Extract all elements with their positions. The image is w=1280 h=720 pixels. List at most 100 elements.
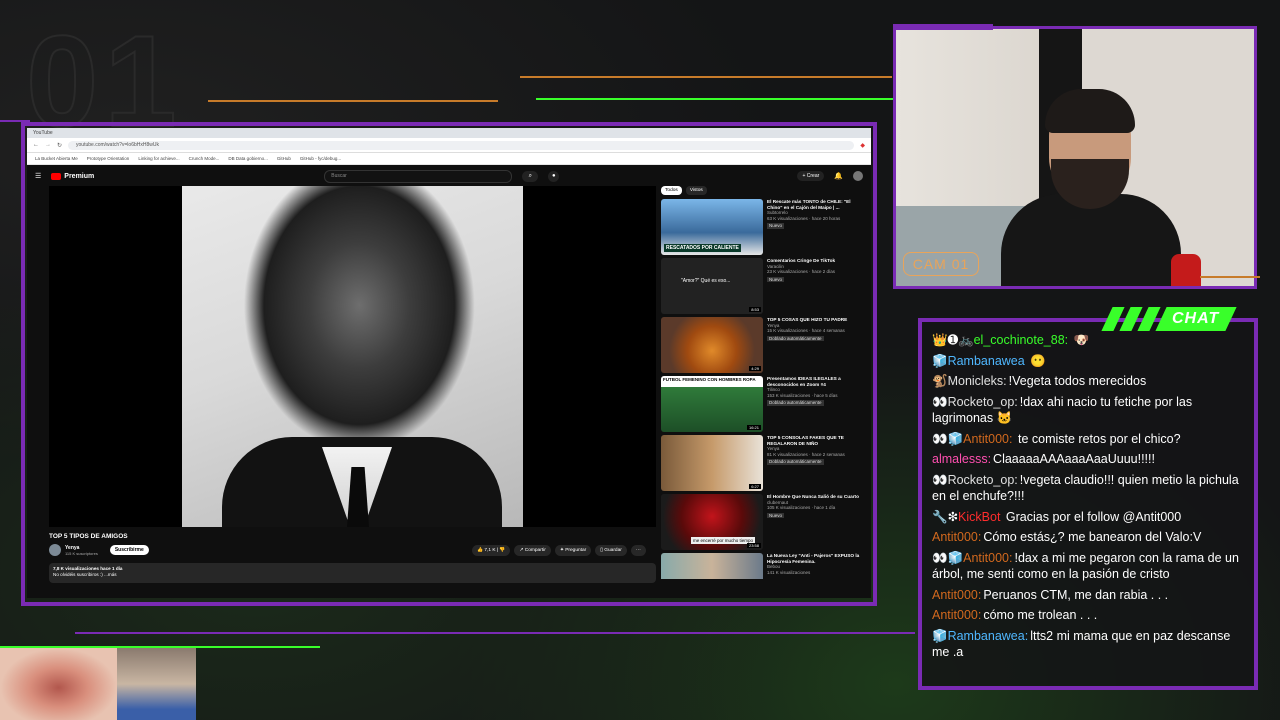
chat-badges: 🐒 [932,374,948,388]
chat-message: almalesss: ClaaaaaAAAaaaAaaUuuu!!!!! [932,451,1244,468]
description-box[interactable]: 7,8 K visualizaciones hace 1 día No olvi… [49,563,656,583]
chat-badges: 🧊 [932,353,948,368]
rec-badge: Nuevo [767,223,785,229]
chat-message: 🔧❇KickBot Gracias por el follow @Antit00… [932,509,1244,526]
rec-badge: Nuevo [767,276,785,282]
video-thumbnail[interactable]: "Amor?" Qué es eso... 8:53 [661,258,763,314]
rec-badge: Doblado automáticamente [767,459,824,465]
recommendation-item[interactable]: me encerré por mucho tiempo 23:58 El Hom… [661,494,866,550]
chat-username[interactable]: Antit000: [963,551,1012,565]
channel-avatar[interactable] [49,544,61,556]
chat-badges: 👀 [932,394,948,409]
purple-deco-line [893,24,993,30]
menu-icon[interactable]: ☰ [35,172,41,180]
rec-title[interactable]: Presentamos IDEAS ILEGALES a desconocido… [767,376,866,387]
emote-icon: 🐱 [996,411,1013,425]
recommendation-item[interactable]: 6:27 TOP 5 CONSOLAS FAKES QUE TE REGALAR… [661,435,866,491]
orange-deco-line [1200,276,1260,278]
more-options-icon[interactable]: ⋯ [630,545,646,556]
like-button[interactable]: 👍 7,1 K | 👎 [472,545,511,556]
video-thumbnail[interactable]: 4:29 [661,317,763,373]
forward-icon[interactable]: → [45,142,51,148]
chat-username[interactable]: el_cochinote_88: [974,333,1069,347]
chat-username[interactable]: Rambanawea [948,354,1025,368]
thumbnail-text: FUTBOL FEMENINO CON HOMBRES ROPA [663,377,756,382]
rec-title[interactable]: TOP 5 CONSOLAS FAKES QUE TE REGALARON DE… [767,435,866,446]
chat-username[interactable]: KickBot [958,510,1000,524]
video-thumbnail[interactable]: me encerré por mucho tiempo 23:58 [661,494,763,550]
account-avatar[interactable] [853,171,863,181]
bookmark[interactable]: La Bucket Abierta Me [35,156,78,161]
address-bar-row: ← → ↻ youtube.com/watch?v=lo6bHxH8wUk ◆ [27,138,871,153]
share-button[interactable]: ↗ Compartir [514,545,551,556]
chip-todos[interactable]: Todos [661,186,682,195]
chat-username[interactable]: Monicleks: [948,374,1007,388]
chat-message: 👀🧊Antit000: !dax a mi me pegaron con la r… [932,550,1244,583]
chat-username[interactable]: Rocketo_op: [948,473,1018,487]
video-thumbnail[interactable]: FUTBOL FEMENINO CON HOMBRES ROPA 16:21 [661,376,763,432]
video-player[interactable] [49,186,656,527]
video-frame [182,186,523,527]
orange-deco-line [520,76,892,78]
green-deco-line [536,98,893,100]
small-cam-cat [117,648,196,720]
rec-title[interactable]: Comentarios Cringe De TikTok [767,258,835,264]
chat-message: Antit000: Peruanos CTM, me dan rabia . . … [932,587,1244,604]
channel-subscribers: 115 K suscriptores [65,550,98,556]
chat-text: Cómo estás¿? me banearon del Valo:V [983,530,1202,544]
chat-username[interactable]: Antit000: [932,588,981,602]
chip-vistos[interactable]: Vistos [685,186,707,195]
recommendation-item[interactable]: 4:29 TOP 5 COSAS QUE HIZO TU PADRE Yenya… [661,317,866,373]
chat-text: te comiste retos por el chico? [1017,431,1181,446]
chat-badges: 👀 [932,472,948,487]
back-icon[interactable]: ← [33,142,39,148]
reload-icon[interactable]: ↻ [57,142,62,149]
chat-username[interactable]: almalesss: [932,452,991,466]
rec-title[interactable]: El Hombre Que Nunca Salió de su Cuarto [767,494,859,500]
notifications-icon[interactable]: 🔔 [834,172,843,180]
bookmark[interactable]: Crunch Mode... [189,156,220,161]
bookmark[interactable]: GitHub [277,156,291,161]
video-thumbnail[interactable]: RESCATADOS POR CALIENTE [661,199,763,255]
recommendation-item[interactable]: RESCATADOS POR CALIENTE El Rescate más T… [661,199,866,255]
small-cams [0,648,196,720]
rec-meta: 153 K visualizaciones · hace 5 días [767,392,838,398]
chat-username[interactable]: Rambanawea: [948,629,1029,643]
video-thumbnail[interactable] [661,553,763,579]
create-button[interactable]: + Crear [797,171,825,181]
browser-tab[interactable]: YouTube [33,130,53,136]
search-icon[interactable]: ⌕ [522,170,539,182]
rec-duration: 4:29 [749,366,761,371]
chat-message: Antit000: Cómo estás¿? me banearon del Va… [932,529,1244,546]
video-thumbnail[interactable]: 6:27 [661,435,763,491]
youtube-header: ☰ Premium Buscar ⌕ ● + Crear 🔔 [27,167,871,185]
chat-message: 👑➊🚲el_cochinote_88: 🐶 [932,332,1244,349]
tab-bar: YouTube [27,128,871,138]
recommendation-item[interactable]: La Nueva Ley "Anti - Pajeros" EXPUSO la … [661,553,866,579]
rec-title[interactable]: TOP 5 COSAS QUE HIZO TU PADRE [767,317,847,323]
subscribe-button[interactable]: Suscribirme [109,545,149,555]
microphone-icon[interactable]: ● [548,170,560,182]
bookmark[interactable]: GitHub - fyc/debug... [300,156,341,161]
extension-icon[interactable]: ◆ [860,142,865,149]
rec-title[interactable]: El Rescate más TONTO de CHILE: "El Chino… [767,199,866,210]
thumbs-down-icon[interactable]: | 👎 [496,548,506,553]
chat-username[interactable]: Rocketo_op: [948,395,1018,409]
recommendation-item[interactable]: FUTBOL FEMENINO CON HOMBRES ROPA 16:21 P… [661,376,866,432]
url-field[interactable]: youtube.com/watch?v=lo6bHxH8wUk [68,140,855,150]
ask-button[interactable]: ✦ Preguntar [554,545,592,556]
bookmark[interactable]: Linking for achieve... [138,156,179,161]
chat-username[interactable]: Antit000: [932,608,981,622]
youtube-logo[interactable]: Premium [51,172,94,180]
chat-message: 👀🧊Antit000: te comiste retos por el chic… [932,431,1244,448]
chat-header-stripes [1101,307,1161,331]
bookmark[interactable]: DB Data gobierno... [228,156,268,161]
rec-title[interactable]: La Nueva Ley "Anti - Pajeros" EXPUSO la … [767,553,866,564]
recommendations-panel: Todos Vistos RESCATADOS POR CALIENTE El … [661,186,866,582]
chat-username[interactable]: Antit000: [963,432,1012,446]
bookmark[interactable]: Prototype Orientation [87,156,130,161]
search-input[interactable]: Buscar [324,169,513,183]
chat-username[interactable]: Antit000: [932,530,981,544]
save-button[interactable]: ▯ Guardar [595,545,627,556]
recommendation-item[interactable]: "Amor?" Qué es eso... 8:53 Comentarios C… [661,258,866,314]
